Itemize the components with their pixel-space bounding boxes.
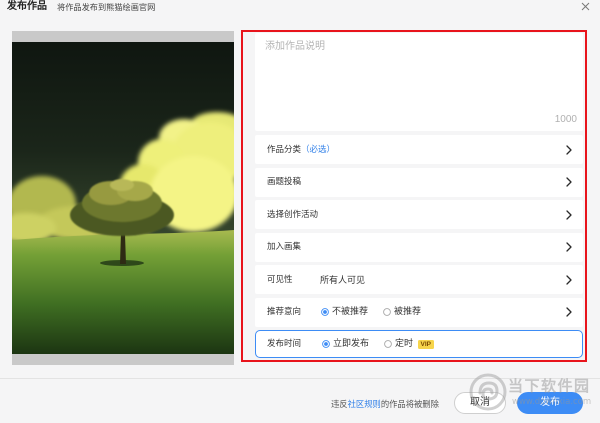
footer-divider	[0, 378, 600, 379]
chevron-right-icon[interactable]	[566, 307, 572, 317]
radio-icon[interactable]	[322, 340, 330, 348]
radio-publish-now[interactable]: 立即发布	[322, 331, 369, 357]
collection-label: 加入画集	[267, 242, 302, 252]
radio-not-recommended[interactable]: 不被推荐	[321, 298, 368, 327]
category-row[interactable]: 作品分类 （必选）	[255, 135, 583, 164]
visibility-row[interactable]: 可见性 所有人可见	[255, 265, 583, 294]
char-counter: 1000	[554, 114, 577, 125]
chevron-right-icon	[566, 177, 572, 187]
topic-row[interactable]: 画题投稿	[255, 167, 583, 197]
notice-prefix: 违反	[331, 399, 348, 409]
category-label: 作品分类	[267, 144, 302, 155]
artwork-preview	[12, 31, 234, 365]
radio-label: 立即发布	[333, 339, 370, 349]
publish-time-row: 发布时间 立即发布 定时 VIP	[255, 330, 583, 358]
radio-label: 定时	[395, 339, 414, 349]
radio-icon[interactable]	[321, 308, 329, 316]
radio-label: 不被推荐	[332, 307, 369, 317]
publish-dialog: 发布作品 将作品发布到熊猫绘画官网 添加作品说明 1000 作品分类 （必选） …	[0, 0, 600, 423]
close-icon[interactable]	[581, 2, 590, 11]
category-label-group: 作品分类 （必选）	[267, 135, 335, 164]
activity-label: 选择创作活动	[267, 209, 319, 220]
chevron-right-icon	[566, 242, 572, 252]
dialog-title: 发布作品	[7, 1, 47, 12]
chevron-right-icon	[566, 144, 572, 155]
radio-icon[interactable]	[383, 308, 391, 316]
radio-scheduled[interactable]: 定时 VIP	[384, 331, 434, 357]
notice-suffix: 的作品将被删除	[380, 399, 439, 409]
recommend-row: 推荐意向 不被推荐 被推荐	[255, 297, 583, 327]
topic-label: 画题投稿	[267, 177, 302, 187]
collection-row[interactable]: 加入画集	[255, 232, 583, 262]
recommend-label: 推荐意向	[267, 307, 302, 317]
cancel-button[interactable]: 取消	[454, 392, 506, 414]
rules-notice: 违反社区规则的作品将被删除	[331, 398, 439, 410]
publish-time-label: 发布时间	[267, 339, 302, 349]
chevron-right-icon	[566, 209, 572, 220]
visibility-label: 可见性	[267, 274, 293, 285]
chevron-right-icon	[566, 274, 572, 285]
dialog-subtitle: 将作品发布到熊猫绘画官网	[57, 2, 156, 12]
description-input[interactable]	[255, 33, 583, 131]
publish-button[interactable]: 发布	[517, 392, 583, 414]
radio-icon[interactable]	[384, 340, 392, 348]
vip-badge: VIP	[418, 339, 434, 349]
radio-recommended[interactable]: 被推荐	[383, 298, 421, 327]
community-rules-link[interactable]: 社区规则	[348, 399, 381, 409]
visibility-value: 所有人可见	[320, 276, 366, 286]
activity-row[interactable]: 选择创作活动	[255, 200, 583, 229]
radio-label: 被推荐	[394, 307, 422, 317]
description-box: 1000	[255, 33, 583, 131]
artwork-image	[12, 42, 234, 354]
required-hint: （必选）	[301, 144, 336, 155]
